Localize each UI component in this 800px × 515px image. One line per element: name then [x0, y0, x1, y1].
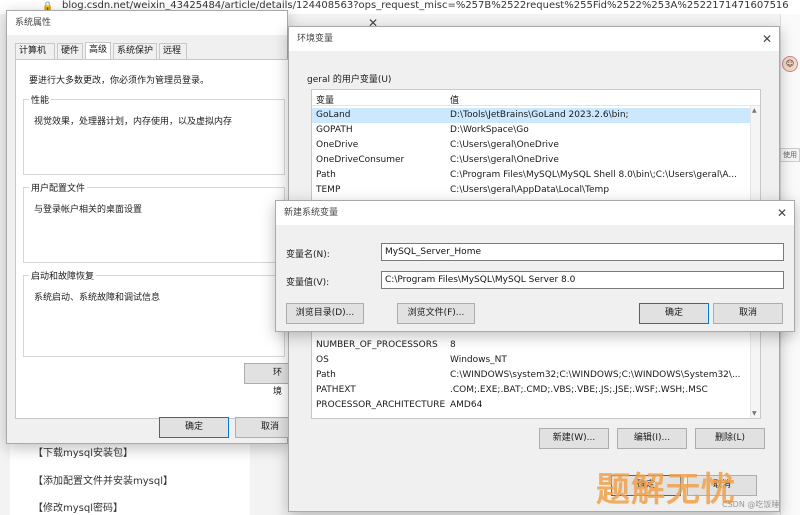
var-value: AMD64 [450, 400, 483, 410]
var-name-input[interactable] [381, 243, 784, 261]
new-var-cancel-button[interactable]: 取消 [713, 303, 783, 324]
var-name-label: 变量名(N): [286, 250, 330, 260]
tab-remote[interactable]: 远程 [159, 43, 187, 59]
startup-recovery-text: 系统启动、系统故障和调试信息 [34, 293, 161, 303]
col-value-header[interactable]: 值 [450, 93, 459, 106]
table-row[interactable]: TEMP C:\Users\geral\AppData\Local\Temp [312, 183, 750, 198]
var-value: C:\Users\geral\OneDrive [450, 155, 559, 165]
var-name: Path [316, 170, 336, 180]
var-value: .COM;.EXE;.BAT;.CMD;.VBS;.VBE;.JS;.JSE;.… [450, 385, 708, 395]
var-name: PROCESSOR_ARCHITECTURE [316, 400, 446, 410]
table-row[interactable]: PROCESSOR_ARCHITECTURE AMD64 [312, 398, 750, 413]
user-variables-list[interactable]: 变量 值 GoLand D:\Tools\JetBrains\GoLand 202… [311, 89, 761, 201]
table-row[interactable]: PATHEXT .COM;.EXE;.BAT;.CMD;.VBS;.VBE;.JS… [312, 383, 750, 398]
table-row[interactable]: Path C:\Program Files\MySQL\MySQL Shell 8… [312, 168, 750, 183]
startup-recovery-label: 启动和故障恢复 [29, 269, 97, 282]
watermark-logo: 题解无忧 [596, 470, 736, 510]
tab-computer-name[interactable]: 计算机名 [15, 43, 55, 71]
blog-nav-item-password[interactable]: 【修改mysql密码】 [33, 499, 123, 514]
var-value: C:\Users\geral\AppData\Local\Temp [450, 185, 610, 195]
tab-advanced[interactable]: 高级 [85, 42, 111, 59]
performance-group: 性能 视觉效果，处理器计划，内存使用，以及虚拟内存 [23, 93, 285, 175]
var-name: Path [316, 370, 336, 380]
var-name: OS [316, 355, 329, 365]
var-value: C:\WINDOWS\system32;C:\WINDOWS;C:\WINDOW… [450, 370, 741, 380]
var-name: OneDrive [316, 140, 359, 150]
vertical-scrollbar[interactable]: ▼ [750, 330, 760, 418]
vertical-scrollbar[interactable]: ▲ [750, 106, 760, 200]
var-name: PATHEXT [316, 385, 356, 395]
close-icon[interactable]: ✕ [759, 31, 775, 47]
user-variables-label: geral 的用户变量(U) [307, 75, 392, 85]
table-row[interactable]: OneDriveConsumer C:\Users\geral\OneDrive [312, 153, 750, 168]
var-name: OneDriveConsumer [316, 155, 405, 165]
var-value: Windows_NT [450, 355, 507, 365]
var-value: C:\Program Files\MySQL\MySQL Shell 8.0\b… [450, 170, 737, 180]
system-variables-list[interactable]: NUMBER_OF_PROCESSORS 8 OS Windows_NT Path C… [311, 329, 761, 419]
new-var-ok-button[interactable]: 确定 [639, 303, 709, 324]
delete-variable-button[interactable]: 删除(L) [695, 428, 765, 449]
table-row[interactable]: GoLand D:\Tools\JetBrains\GoLand 2023.2.6… [312, 108, 750, 123]
admin-note: 要进行大多数更改，你必须作为管理员登录。 [29, 76, 210, 86]
env-window-title: 环境变量 [289, 27, 779, 51]
performance-text: 视觉效果，处理器计划，内存使用，以及虚拟内存 [34, 117, 233, 127]
table-row[interactable]: OS Windows_NT [312, 353, 750, 368]
blog-nav-item-download[interactable]: 【下载mysql安装包】 [33, 444, 133, 459]
var-name: NUMBER_OF_PROCESSORS [316, 340, 438, 350]
system-properties-title: 系统属性 [7, 11, 287, 35]
var-name: GoLand [316, 110, 351, 120]
blog-nav-item-install[interactable]: 【添加配置文件并安装mysql】 [33, 472, 173, 487]
system-properties-window: 系统属性 ✕ 计算机名 硬件 高级 系统保护 远程 要进行大多数更改，你必须作为… [6, 10, 378, 444]
var-value: D:\WorkSpace\Go [450, 125, 529, 135]
csdn-watermark: CSDN @吃饭睡 [722, 500, 780, 509]
scroll-up-icon[interactable]: ▲ [752, 107, 757, 114]
new-variable-button[interactable]: 新建(W)... [539, 428, 609, 449]
var-value: 8 [450, 340, 456, 350]
tab-hardware[interactable]: 硬件 [57, 43, 83, 59]
var-value: C:\Users\geral\OneDrive [450, 140, 559, 150]
new-system-variable-dialog: 新建系统变量 ✕ 变量名(N): 变量值(V): 浏览目录(D)... 浏览文件… [275, 200, 795, 332]
table-row[interactable]: Path C:\WINDOWS\system32;C:\WINDOWS;C:\WI… [312, 368, 750, 383]
avatar-icon[interactable]: ☺ [782, 56, 798, 72]
table-row[interactable]: OneDrive C:\Users\geral\OneDrive [312, 138, 750, 153]
performance-label: 性能 [29, 93, 52, 106]
user-profile-label: 用户配置文件 [29, 181, 88, 194]
var-value-input[interactable] [381, 271, 784, 289]
tab-system-protection[interactable]: 系统保护 [113, 43, 157, 59]
table-row[interactable]: GOPATH D:\WorkSpace\Go [312, 123, 750, 138]
var-name: GOPATH [316, 125, 353, 135]
user-profile-group: 用户配置文件 与登录帐户相关的桌面设置 [23, 181, 285, 263]
var-name: TEMP [316, 185, 341, 195]
user-profile-text: 与登录帐户相关的桌面设置 [34, 205, 143, 215]
edit-variable-button[interactable]: 编辑(I)... [617, 428, 687, 449]
ok-button[interactable]: 确定 [159, 417, 229, 438]
environment-variables-button[interactable]: 环境 [244, 363, 290, 397]
var-value-label: 变量值(V): [286, 278, 330, 288]
side-use-button[interactable]: 使用 [780, 148, 800, 162]
browse-file-button[interactable]: 浏览文件(F)... [397, 303, 475, 324]
col-variable-header[interactable]: 变量 [316, 93, 334, 106]
list-header: 变量 值 [312, 90, 760, 106]
close-icon[interactable]: ✕ [774, 205, 790, 221]
startup-recovery-group: 启动和故障恢复 系统启动、系统故障和调试信息 [23, 269, 285, 357]
new-var-title: 新建系统变量 [276, 201, 794, 225]
table-row[interactable]: NUMBER_OF_PROCESSORS 8 [312, 338, 750, 353]
scroll-down-icon[interactable]: ▼ [752, 410, 757, 417]
browse-directory-button[interactable]: 浏览目录(D)... [286, 303, 364, 324]
var-value: D:\Tools\JetBrains\GoLand 2023.2.6\bin; [450, 110, 629, 120]
